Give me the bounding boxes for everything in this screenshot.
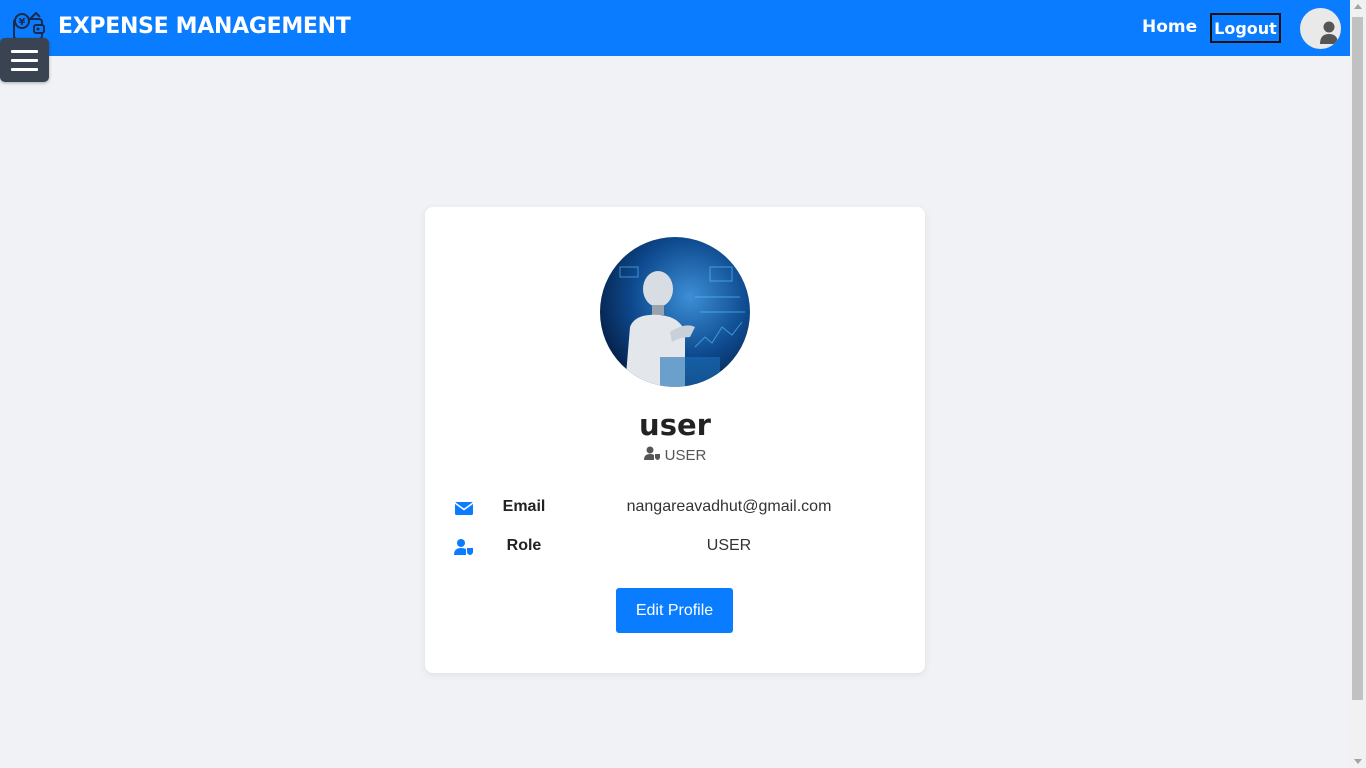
- top-navbar: ¥ EXPENSE MANAGEMENT Home Logout: [0, 0, 1350, 56]
- role-value: USER: [706, 537, 752, 554]
- email-value: nangareavadhut@gmail.com: [626, 498, 832, 515]
- profile-card: user USER Email nangareavadhut@gmail.com: [425, 207, 925, 673]
- hamburger-menu-icon[interactable]: [0, 38, 49, 82]
- email-row: Email nangareavadhut@gmail.com: [425, 496, 925, 520]
- edit-profile-button[interactable]: Edit Profile: [616, 588, 733, 633]
- scrollbar-thumb[interactable]: [1352, 17, 1363, 700]
- role-badge-text: USER: [664, 446, 707, 464]
- email-label: Email: [502, 498, 546, 515]
- profile-username: user: [639, 408, 711, 442]
- home-link[interactable]: Home: [1142, 17, 1197, 37]
- scroll-down-arrow-icon[interactable]: [1354, 759, 1362, 764]
- user-shield-icon: [643, 446, 661, 464]
- brand-title[interactable]: EXPENSE MANAGEMENT: [58, 14, 351, 39]
- logout-button[interactable]: Logout: [1210, 13, 1281, 43]
- page-scrollbar[interactable]: [1350, 0, 1366, 768]
- role-badge: USER: [425, 446, 925, 464]
- wallet-money-icon: ¥: [12, 11, 46, 41]
- user-shield-icon: [454, 537, 474, 557]
- svg-text:¥: ¥: [19, 17, 26, 28]
- robot-profile-picture: [600, 237, 750, 387]
- role-label: Role: [506, 537, 542, 554]
- envelope-icon: [454, 498, 474, 518]
- user-avatar-icon[interactable]: [1300, 8, 1341, 49]
- role-row: Role USER: [425, 535, 925, 559]
- scroll-up-arrow-icon[interactable]: [1354, 4, 1362, 9]
